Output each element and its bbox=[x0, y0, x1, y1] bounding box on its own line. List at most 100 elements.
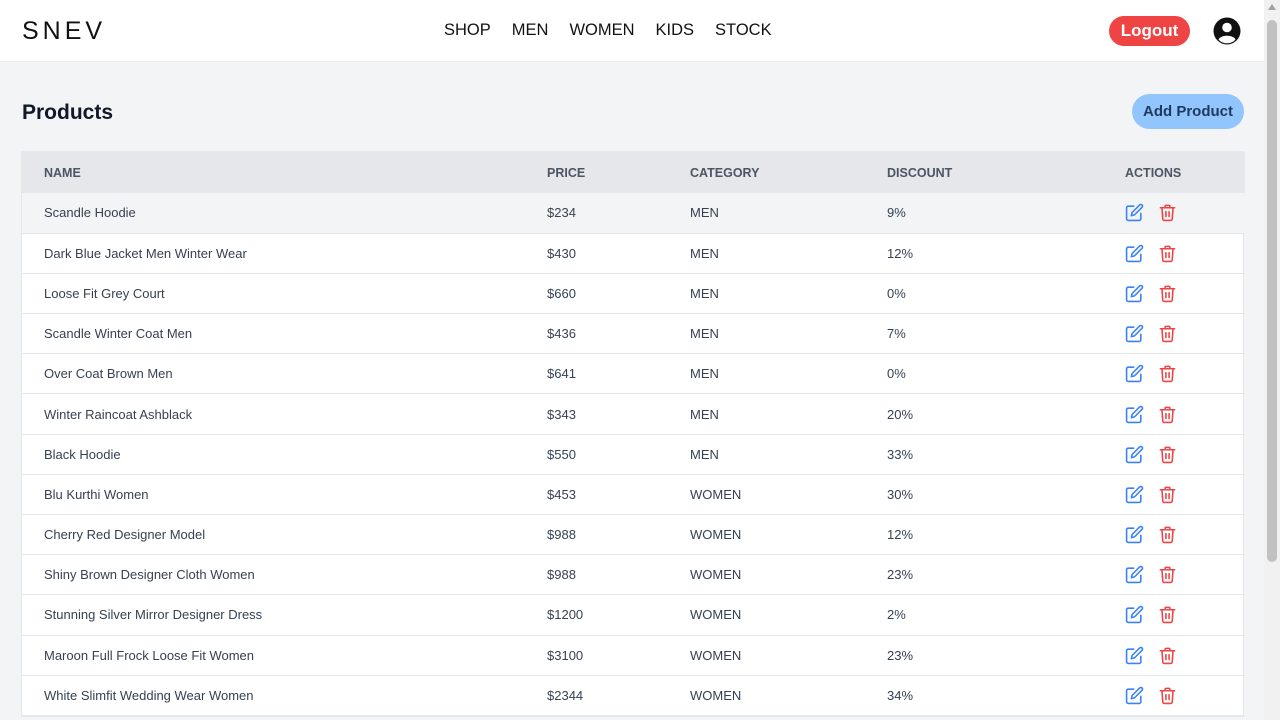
product-name-cell: Over Coat Brown Men bbox=[44, 366, 173, 382]
product-category-cell: WOMEN bbox=[690, 647, 742, 663]
actions-cell bbox=[1125, 193, 1245, 233]
page-title: Products bbox=[22, 101, 114, 124]
table-row: Loose Fit Grey Court $660 MEN 0% bbox=[22, 273, 1245, 314]
edit-icon[interactable] bbox=[1125, 405, 1144, 424]
actions-cell bbox=[1125, 233, 1245, 273]
trash-icon[interactable] bbox=[1158, 485, 1177, 504]
nav-link-kids[interactable]: KIDS bbox=[656, 21, 695, 40]
edit-icon[interactable] bbox=[1125, 565, 1144, 584]
actions-cell bbox=[1125, 555, 1245, 595]
product-discount-cell: 9% bbox=[887, 205, 906, 221]
product-discount-cell: 12% bbox=[887, 527, 914, 543]
row-actions bbox=[1125, 405, 1245, 424]
top-navbar: SNEV SHOP MEN WOMEN KIDS STOCK Logout bbox=[0, 0, 1264, 62]
column-header-price: PRICE bbox=[547, 165, 586, 180]
product-discount-cell: 2% bbox=[887, 607, 906, 623]
logout-button[interactable]: Logout bbox=[1109, 16, 1190, 46]
actions-cell bbox=[1125, 273, 1245, 313]
scrollbar-thumb[interactable] bbox=[1267, 20, 1277, 562]
product-category-cell: MEN bbox=[690, 245, 719, 261]
product-category-cell: MEN bbox=[690, 366, 719, 382]
table-row: Scandle Hoodie $234 MEN 9% bbox=[22, 193, 1245, 234]
scroll-up-arrow-icon[interactable] bbox=[1268, 4, 1276, 10]
product-discount-cell: 34% bbox=[887, 687, 914, 703]
trash-icon[interactable] bbox=[1158, 565, 1177, 584]
add-product-button[interactable]: Add Product bbox=[1132, 94, 1244, 129]
edit-icon[interactable] bbox=[1125, 203, 1144, 222]
product-category-cell: WOMEN bbox=[690, 687, 742, 703]
column-header-actions: ACTIONS bbox=[1125, 165, 1182, 180]
trash-icon[interactable] bbox=[1158, 646, 1177, 665]
trash-icon[interactable] bbox=[1158, 445, 1177, 464]
nav-link-stock[interactable]: STOCK bbox=[715, 21, 772, 40]
edit-icon[interactable] bbox=[1125, 686, 1144, 705]
trash-icon[interactable] bbox=[1158, 203, 1177, 222]
nav-link-shop[interactable]: SHOP bbox=[444, 21, 491, 40]
product-discount-cell: 33% bbox=[887, 446, 914, 462]
product-discount-cell: 20% bbox=[887, 406, 914, 422]
nav-link-women[interactable]: WOMEN bbox=[569, 21, 634, 40]
trash-icon[interactable] bbox=[1158, 324, 1177, 343]
product-name-cell: Cherry Red Designer Model bbox=[44, 527, 206, 543]
product-category-cell: WOMEN bbox=[690, 527, 742, 543]
edit-icon[interactable] bbox=[1125, 485, 1144, 504]
edit-icon[interactable] bbox=[1125, 284, 1144, 303]
row-actions bbox=[1125, 203, 1245, 222]
product-discount-cell: 7% bbox=[887, 326, 906, 342]
table-row: Winter Raincoat Ashblack $343 MEN 20% bbox=[22, 394, 1245, 435]
brand-logo[interactable]: SNEV bbox=[22, 17, 106, 46]
product-price-cell: $453 bbox=[547, 486, 576, 502]
trash-icon[interactable] bbox=[1158, 405, 1177, 424]
edit-icon[interactable] bbox=[1125, 445, 1144, 464]
trash-icon[interactable] bbox=[1158, 686, 1177, 705]
product-price-cell: $430 bbox=[547, 245, 576, 261]
edit-icon[interactable] bbox=[1125, 646, 1144, 665]
page-scrollbar[interactable] bbox=[1264, 0, 1280, 720]
product-category-cell: MEN bbox=[690, 406, 719, 422]
product-price-cell: $988 bbox=[547, 527, 576, 543]
product-category-cell: MEN bbox=[690, 205, 719, 221]
trash-icon[interactable] bbox=[1158, 525, 1177, 544]
product-price-cell: $436 bbox=[547, 326, 576, 342]
nav-link-men[interactable]: MEN bbox=[512, 21, 549, 40]
product-discount-cell: 30% bbox=[887, 486, 914, 502]
actions-cell bbox=[1125, 515, 1245, 555]
actions-cell bbox=[1125, 635, 1245, 675]
product-price-cell: $660 bbox=[547, 285, 576, 301]
product-name-cell: Loose Fit Grey Court bbox=[44, 285, 165, 301]
actions-cell bbox=[1125, 354, 1245, 394]
product-name-cell: White Slimfit Wedding Wear Women bbox=[44, 687, 254, 703]
trash-icon[interactable] bbox=[1158, 605, 1177, 624]
product-price-cell: $2344 bbox=[547, 687, 584, 703]
product-category-cell: MEN bbox=[690, 285, 719, 301]
product-discount-cell: 23% bbox=[887, 567, 914, 583]
actions-cell bbox=[1125, 434, 1245, 474]
table-row: White Slimfit Wedding Wear Women $2344 WOM… bbox=[22, 675, 1245, 716]
row-actions bbox=[1125, 364, 1245, 383]
row-actions bbox=[1125, 244, 1245, 263]
trash-icon[interactable] bbox=[1158, 364, 1177, 383]
trash-icon[interactable] bbox=[1158, 244, 1177, 263]
row-actions bbox=[1125, 324, 1245, 343]
products-table: NAME PRICE CATEGORY DISCOUNT ACTIONS Sca… bbox=[21, 151, 1245, 717]
actions-cell bbox=[1125, 394, 1245, 434]
edit-icon[interactable] bbox=[1125, 364, 1144, 383]
product-discount-cell: 0% bbox=[887, 285, 906, 301]
row-actions bbox=[1125, 565, 1245, 584]
product-price-cell: $3100 bbox=[547, 647, 584, 663]
edit-icon[interactable] bbox=[1125, 244, 1144, 263]
user-circle-icon[interactable] bbox=[1213, 17, 1241, 45]
trash-icon[interactable] bbox=[1158, 284, 1177, 303]
row-actions bbox=[1125, 605, 1245, 624]
main-content: Products Add Product NAME PRICE CATEGORY… bbox=[0, 72, 1264, 720]
edit-icon[interactable] bbox=[1125, 525, 1144, 544]
edit-icon[interactable] bbox=[1125, 324, 1144, 343]
row-actions bbox=[1125, 525, 1245, 544]
product-price-cell: $550 bbox=[547, 446, 576, 462]
table-row: Black Hoodie $550 MEN 33% bbox=[22, 434, 1245, 475]
edit-icon[interactable] bbox=[1125, 605, 1144, 624]
product-discount-cell: 23% bbox=[887, 647, 914, 663]
product-price-cell: $988 bbox=[547, 567, 576, 583]
row-actions bbox=[1125, 686, 1245, 705]
product-name-cell: Stunning Silver Mirror Designer Dress bbox=[44, 607, 263, 623]
